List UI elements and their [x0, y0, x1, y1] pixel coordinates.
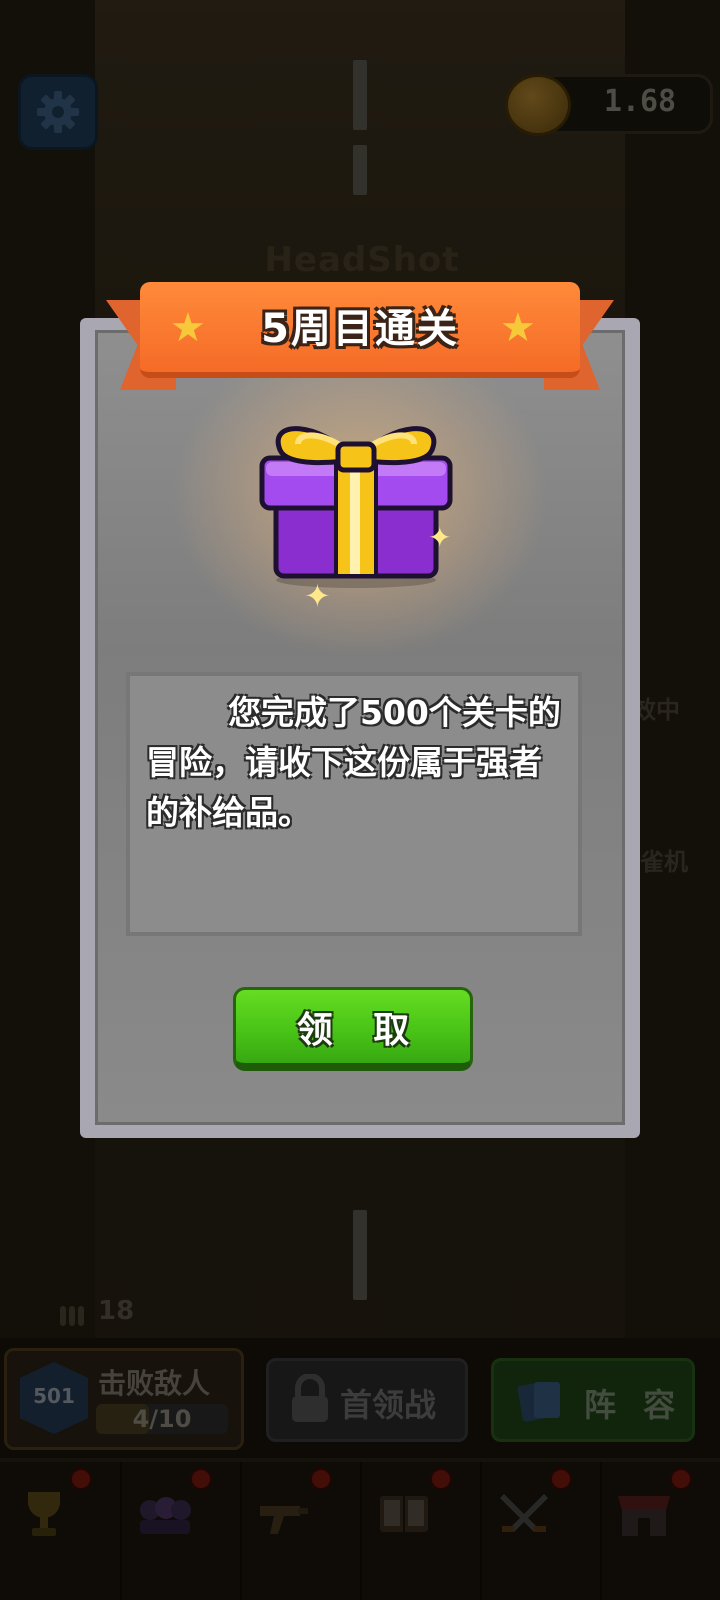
- reward-description: 您完成了500个关卡的冒险，请收下这份属于强者的补给品。: [146, 693, 561, 832]
- sparkle-icon: ✦: [428, 521, 452, 554]
- dialog-title: 5周目通关: [261, 306, 459, 352]
- claim-button[interactable]: 领 取: [233, 987, 473, 1071]
- sparkle-icon: ✦: [304, 577, 331, 615]
- gift-box-icon: [259, 426, 453, 588]
- claim-label: 领 取: [296, 1009, 424, 1051]
